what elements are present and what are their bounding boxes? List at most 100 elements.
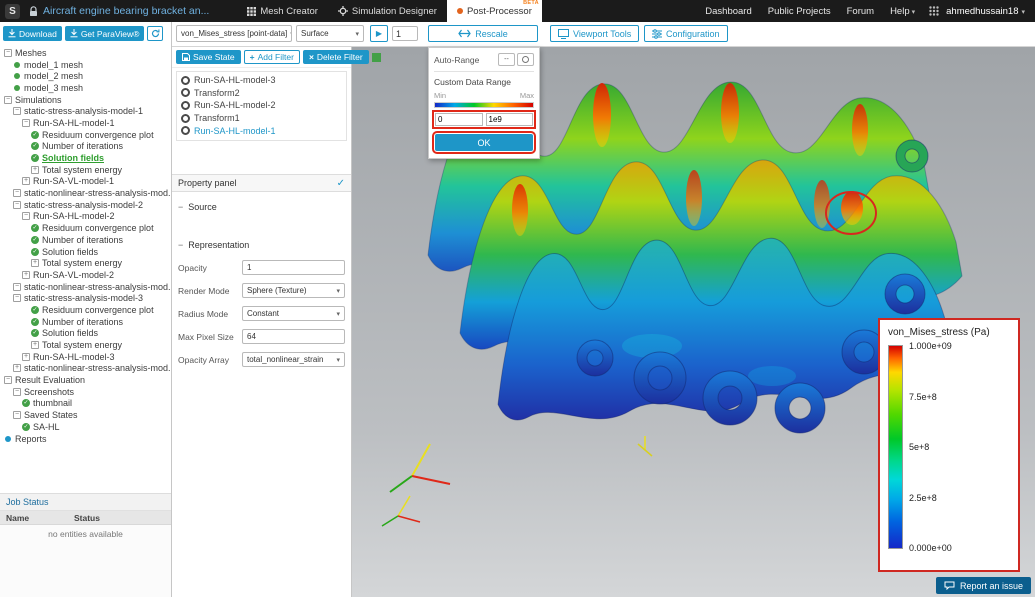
tree-item[interactable]: Number of iterations bbox=[0, 234, 171, 246]
chevron-down-icon: ▾ bbox=[290, 30, 292, 38]
tree-item[interactable]: model_3 mesh bbox=[0, 82, 171, 94]
tree-item[interactable]: Number of iterations bbox=[0, 141, 171, 153]
viewport-tools-button[interactable]: Viewport Tools bbox=[550, 25, 639, 42]
section-representation[interactable]: − Representation bbox=[172, 240, 351, 250]
project-title[interactable]: Aircraft engine bearing bracket an... bbox=[43, 5, 209, 17]
add-filter-button[interactable]: + Add Filter bbox=[244, 50, 300, 64]
check-icon: ✓ bbox=[337, 178, 345, 189]
configuration-button[interactable]: Configuration bbox=[644, 25, 728, 42]
min-value-input[interactable] bbox=[435, 113, 483, 126]
delete-filter-button[interactable]: × Delete Filter bbox=[303, 50, 369, 64]
property-field-control[interactable]: Constant bbox=[242, 306, 345, 321]
property-field-control[interactable]: 64 bbox=[242, 329, 345, 344]
property-field-control[interactable]: Sphere (Texture) bbox=[242, 283, 345, 298]
topbar-nav: Dashboard Public Projects Forum Help▾ bbox=[705, 6, 929, 17]
colorbar bbox=[888, 345, 903, 549]
tree-item[interactable]: Screenshots bbox=[0, 386, 171, 398]
field-select[interactable]: von_Mises_stress [point-data]▾ bbox=[176, 25, 292, 42]
tree-item[interactable]: Reports bbox=[0, 433, 171, 445]
tree-item[interactable]: static-stress-analysis-model-1 bbox=[0, 105, 171, 117]
user-menu[interactable]: ahmedhussain18▾ bbox=[946, 6, 1025, 17]
tree-item[interactable]: Total system energy bbox=[0, 339, 171, 351]
frame-input[interactable] bbox=[392, 26, 418, 41]
simscale-logo[interactable]: S bbox=[5, 4, 20, 19]
tree-item[interactable]: Saved States bbox=[0, 409, 171, 421]
tree-item[interactable]: Residuum convergence plot bbox=[0, 222, 171, 234]
tree-item[interactable]: Solution fields bbox=[0, 246, 171, 258]
property-field-control[interactable]: 1 bbox=[242, 260, 345, 275]
tree-item-label: thumbnail bbox=[33, 398, 72, 408]
representation-fields: Opacity 1 Render Mode Sphere (Texture) R… bbox=[172, 260, 351, 367]
play-button[interactable]: ▶ bbox=[370, 25, 388, 42]
close-icon: × bbox=[309, 52, 314, 62]
tree-item[interactable]: Residuum convergence plot bbox=[0, 304, 171, 316]
tree-item[interactable]: Run-SA-VL-model-2 bbox=[0, 269, 171, 281]
visibility-eye-icon[interactable] bbox=[181, 76, 190, 85]
tree-item[interactable]: static-nonlinear-stress-analysis-mod... bbox=[0, 187, 171, 199]
ok-button[interactable]: OK bbox=[435, 134, 533, 151]
tree-item[interactable]: Total system energy bbox=[0, 257, 171, 269]
topbar-nav-item[interactable]: Public Projects bbox=[768, 6, 833, 17]
tree-item[interactable]: static-stress-analysis-model-2 bbox=[0, 199, 171, 211]
refresh-button[interactable] bbox=[147, 26, 163, 41]
dot-icon bbox=[457, 8, 463, 14]
visibility-eye-icon[interactable] bbox=[181, 101, 190, 110]
property-field-control[interactable]: total_nonlinear_strain bbox=[242, 352, 345, 367]
tree-item[interactable]: Run-SA-HL-model-2 bbox=[0, 211, 171, 223]
get-paraview-button[interactable]: Get ParaView® bbox=[65, 26, 145, 41]
tree-item[interactable]: model_1 mesh bbox=[0, 59, 171, 71]
tree-item[interactable]: Run-SA-HL-model-3 bbox=[0, 351, 171, 363]
tree-item[interactable]: Solution fields bbox=[0, 328, 171, 340]
tree-item[interactable]: Meshes bbox=[0, 47, 171, 59]
tree-item[interactable]: thumbnail bbox=[0, 398, 171, 410]
tree-item[interactable]: Solution fields bbox=[0, 152, 171, 164]
tree-item-label: Run-SA-HL-model-2 bbox=[33, 211, 115, 221]
tree-item-icon bbox=[22, 212, 30, 220]
tree-item[interactable]: Run-SA-VL-model-1 bbox=[0, 176, 171, 188]
tab-mesh-creator[interactable]: Mesh Creator bbox=[237, 0, 328, 22]
pipeline-item[interactable]: Run-SA-HL-model-3 bbox=[177, 74, 346, 87]
tree-item[interactable]: model_2 mesh bbox=[0, 70, 171, 82]
tree-item-label: static-nonlinear-stress-analysis-mod... bbox=[24, 282, 171, 292]
visibility-eye-icon[interactable] bbox=[181, 88, 190, 97]
topbar-nav-item[interactable]: Help▾ bbox=[890, 6, 915, 17]
tree-item[interactable]: SA-HL bbox=[0, 421, 171, 433]
topbar-nav-item[interactable]: Forum bbox=[847, 6, 876, 17]
representation-select[interactable]: Surface▾ bbox=[296, 25, 364, 42]
tree-item-label: Reports bbox=[15, 434, 47, 444]
topbar-nav-item[interactable]: Dashboard bbox=[705, 6, 753, 17]
property-panel-header[interactable]: Property panel ✓ bbox=[172, 174, 351, 192]
tree-item[interactable]: static-stress-analysis-model-3 bbox=[0, 292, 171, 304]
tab-label: Simulation Designer bbox=[352, 6, 437, 17]
save-icon bbox=[182, 53, 190, 61]
tree-item[interactable]: Run-SA-HL-model-1 bbox=[0, 117, 171, 129]
visibility-eye-icon[interactable] bbox=[181, 114, 190, 123]
report-issue-button[interactable]: Report an issue bbox=[936, 577, 1031, 594]
tree-item-label: Number of iterations bbox=[42, 141, 123, 151]
section-source[interactable]: − Source bbox=[172, 202, 351, 212]
tree-item[interactable]: Total system energy bbox=[0, 164, 171, 176]
tab-post-processor[interactable]: BETA Post-Processor bbox=[447, 0, 542, 22]
rescale-button[interactable]: Rescale bbox=[428, 25, 538, 42]
pipeline-item[interactable]: Transform1 bbox=[177, 112, 346, 125]
pipeline-item[interactable]: Transform2 bbox=[177, 87, 346, 100]
max-value-input[interactable] bbox=[486, 113, 534, 126]
apps-grid-icon[interactable] bbox=[929, 6, 939, 16]
visibility-eye-icon[interactable] bbox=[181, 126, 190, 135]
download-button[interactable]: Download bbox=[3, 26, 62, 41]
tree-item[interactable]: static-nonlinear-stress-analysis-mod... bbox=[0, 363, 171, 375]
tree-item-icon bbox=[13, 294, 21, 302]
auto-range-toggle-button[interactable] bbox=[517, 53, 534, 66]
pipeline-item[interactable]: Run-SA-HL-model-2 bbox=[177, 99, 346, 112]
pipeline-item[interactable]: Run-SA-HL-model-1 bbox=[177, 124, 346, 137]
tree-item[interactable]: static-nonlinear-stress-analysis-mod... bbox=[0, 281, 171, 293]
tree-item[interactable]: Simulations bbox=[0, 94, 171, 106]
range-preset-button[interactable]: -- bbox=[498, 53, 515, 66]
legend-title: von_Mises_stress (Pa) bbox=[888, 327, 1010, 338]
save-state-button[interactable]: Save State bbox=[176, 50, 241, 64]
tab-simulation-designer[interactable]: Simulation Designer bbox=[328, 0, 447, 22]
tree-item[interactable]: Residuum convergence plot bbox=[0, 129, 171, 141]
tree-item-label: Solution fields bbox=[42, 153, 104, 163]
tree-item[interactable]: Number of iterations bbox=[0, 316, 171, 328]
tree-item[interactable]: Result Evaluation bbox=[0, 374, 171, 386]
